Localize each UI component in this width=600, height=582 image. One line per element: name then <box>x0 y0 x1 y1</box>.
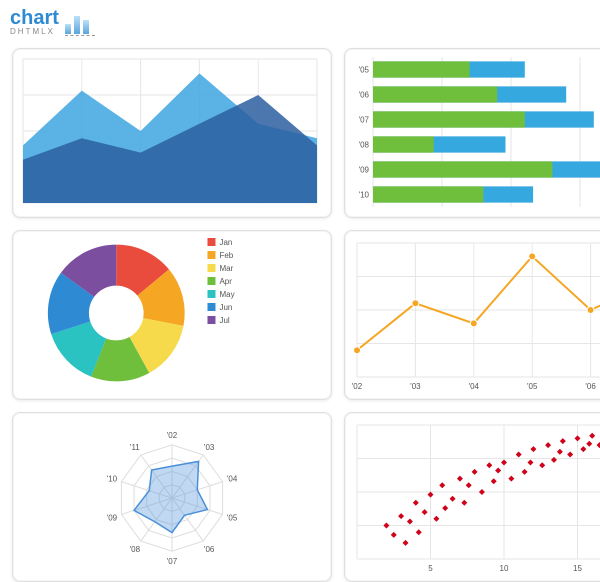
area-chart-card[interactable] <box>12 48 332 218</box>
svg-text:'04: '04 <box>227 475 238 484</box>
bar-chart-icon <box>65 12 95 36</box>
svg-text:'09: '09 <box>107 514 118 523</box>
svg-text:'03: '03 <box>204 443 215 452</box>
logo-sub-text: DHTMLX <box>10 28 55 36</box>
svg-text:'10: '10 <box>359 191 370 200</box>
svg-text:'08: '08 <box>130 545 141 554</box>
svg-text:'03: '03 <box>410 382 421 391</box>
svg-text:'07: '07 <box>359 116 370 125</box>
donut-chart: Jan Feb Mar Apr May Jun Jul <box>19 237 323 389</box>
svg-text:'05: '05 <box>227 514 238 523</box>
scatter-chart-card[interactable]: 5 10 15 <box>344 412 600 582</box>
svg-text:Mar: Mar <box>219 264 233 273</box>
svg-text:Jan: Jan <box>219 238 232 247</box>
svg-text:'06: '06 <box>204 545 215 554</box>
area-chart <box>19 55 321 207</box>
svg-text:Jun: Jun <box>219 303 232 312</box>
svg-text:'11: '11 <box>130 443 140 452</box>
svg-text:Jul: Jul <box>219 316 229 325</box>
horizontal-bar-chart-card[interactable]: '05 '06 '07 '08 '09 '10 <box>344 48 600 218</box>
line-chart: '02'03'04'05'06'07 <box>351 237 600 391</box>
svg-text:'06: '06 <box>585 382 596 391</box>
svg-text:10: 10 <box>500 564 509 573</box>
radar-chart-card[interactable]: '02 '03 '04 '05 '06 '07 '08 '09 '10 '11 <box>12 412 332 582</box>
line-chart-card[interactable]: '02'03'04'05'06'07 <box>344 230 600 400</box>
app-logo: chart DHTMLX <box>0 0 600 40</box>
svg-text:'04: '04 <box>469 382 480 391</box>
logo-main-text: chart <box>10 8 59 28</box>
svg-text:15: 15 <box>573 564 582 573</box>
svg-text:'05: '05 <box>527 382 538 391</box>
svg-text:Feb: Feb <box>219 251 233 260</box>
scatter-chart: 5 10 15 <box>351 419 600 573</box>
chart-gallery-grid: '05 '06 '07 '08 '09 '10 '03 '04 '05 '06 '07 '08 Ja… <box>0 40 600 516</box>
horizontal-bar-chart: '05 '06 '07 '08 '09 '10 <box>351 55 600 209</box>
svg-text:'06: '06 <box>359 91 370 100</box>
svg-text:'05: '05 <box>359 66 370 75</box>
svg-text:'07: '07 <box>167 557 178 566</box>
svg-text:'02: '02 <box>352 382 363 391</box>
svg-text:'09: '09 <box>359 166 370 175</box>
svg-text:Apr: Apr <box>219 277 232 286</box>
svg-text:'10: '10 <box>107 475 118 484</box>
donut-chart-card[interactable]: Jan Feb Mar Apr May Jun Jul <box>12 230 332 400</box>
svg-text:'08: '08 <box>359 141 370 150</box>
svg-text:'02: '02 <box>167 431 178 440</box>
svg-text:May: May <box>219 290 234 299</box>
svg-text:5: 5 <box>428 564 433 573</box>
radar-chart: '02 '03 '04 '05 '06 '07 '08 '09 '10 '11 <box>19 419 325 571</box>
